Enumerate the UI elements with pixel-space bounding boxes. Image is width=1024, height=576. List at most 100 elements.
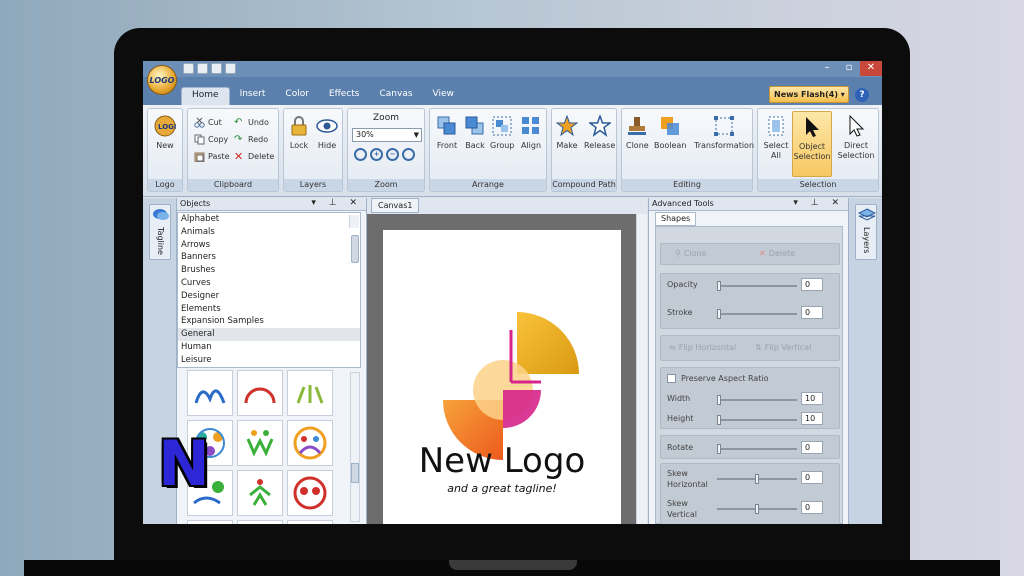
grid-scrollbar[interactable] [350,372,360,522]
slider-knob[interactable] [755,504,759,514]
list-item[interactable]: Elements [178,303,360,316]
rotate-input[interactable]: 0 [801,441,823,454]
maximize-button[interactable]: ▫ [838,61,860,76]
list-item[interactable]: Animals [178,226,360,239]
list-item[interactable]: Alphabet [178,213,360,226]
boolean-button[interactable]: Boolean [654,115,686,151]
skew-vertical-input[interactable]: 0 [801,501,823,514]
tab-shapes[interactable]: Shapes [655,212,697,226]
news-flash-button[interactable]: News Flash(4) ▾ [769,86,849,103]
align-button[interactable]: Align [520,115,542,151]
scroll-thumb[interactable] [351,463,359,483]
slider-knob[interactable] [717,444,721,454]
minimize-button[interactable]: – [816,61,838,76]
list-item[interactable]: Human [178,341,360,354]
object-thumbnail[interactable] [287,370,333,416]
skew-vertical-slider[interactable] [717,504,797,514]
tagline-side-tab[interactable]: Tagline [149,204,171,260]
tab-effects[interactable]: Effects [319,87,370,105]
scroll-thumb[interactable] [351,235,359,263]
delete-button[interactable]: ✕ Delete [234,151,274,162]
object-thumbnail[interactable] [237,420,283,466]
flip-horizontal-button[interactable]: ⇋ Flip Horizontal [669,343,736,352]
layers-side-tab[interactable]: Layers [855,204,877,260]
zoom-select[interactable]: 30% ▼ [352,128,422,142]
object-thumbnail[interactable] [237,520,283,524]
undo-button[interactable]: ↶ Undo [234,117,269,128]
stroke-slider[interactable] [717,309,797,319]
lock-button[interactable]: Lock [288,115,310,151]
new-logo-button[interactable]: LOGO New [154,115,176,151]
clone-button[interactable]: Clone [626,115,649,151]
tab-canvas[interactable]: Canvas [370,87,423,105]
height-slider[interactable] [717,415,797,425]
object-thumbnail[interactable] [287,470,333,516]
cut-button[interactable]: Cut [194,117,222,128]
release-button[interactable]: Release [584,115,615,151]
tab-view[interactable]: View [423,87,464,105]
stroke-input[interactable]: 0 [801,306,823,319]
skew-horizontal-input[interactable]: 0 [801,471,823,484]
object-thumbnail[interactable] [237,470,283,516]
zoom-actual-icon[interactable] [402,148,415,161]
list-item[interactable]: Banners [178,251,360,264]
skew-horizontal-slider[interactable] [717,474,797,484]
panel-controls[interactable]: ▾ ⊥ ✕ [311,198,362,208]
clone-shape-button[interactable]: ⚲ Clone [675,249,707,258]
canvas-page[interactable]: New Logo and a great tagline! [383,230,621,524]
zoom-fit-icon[interactable] [354,148,367,161]
zoom-in-icon[interactable]: + [370,148,383,161]
list-item[interactable]: Curves [178,277,360,290]
copy-button[interactable]: Copy [194,134,228,145]
width-slider[interactable] [717,395,797,405]
make-button[interactable]: Make [556,115,578,151]
slider-knob[interactable] [717,395,721,405]
object-thumbnail[interactable] [187,520,233,524]
list-item[interactable]: General [178,328,360,341]
object-selection-button[interactable]: Object Selection [792,111,832,177]
slider-knob[interactable] [717,309,721,319]
customize-icon[interactable] [225,63,236,74]
object-thumbnail[interactable] [237,370,283,416]
slider-knob[interactable] [755,474,759,484]
tab-home[interactable]: Home [181,87,230,105]
select-all-button[interactable]: Select All [762,115,790,161]
help-button[interactable]: ? [855,88,869,102]
application-orb-button[interactable]: LOGO [147,65,177,95]
new-file-icon[interactable] [183,63,194,74]
group-button[interactable]: Group [490,115,514,151]
preserve-aspect-checkbox[interactable] [667,374,676,383]
transformation-button[interactable]: Transformation [694,115,754,151]
print-icon[interactable] [211,63,222,74]
object-thumbnail[interactable] [187,370,233,416]
objects-category-list[interactable]: Alphabet Animals Arrows Banners Brushes … [177,212,361,368]
delete-shape-button[interactable]: ✕ Delete [759,249,795,258]
tab-insert[interactable]: Insert [230,87,276,105]
slider-knob[interactable] [717,415,721,425]
list-item[interactable]: Brushes [178,264,360,277]
opacity-slider[interactable] [717,281,797,291]
object-thumbnail[interactable] [287,520,333,524]
list-scrollbar[interactable] [349,215,359,263]
width-input[interactable]: 10 [801,392,823,405]
slider-knob[interactable] [717,281,721,291]
height-input[interactable]: 10 [801,412,823,425]
close-button[interactable]: ✕ [860,61,882,76]
back-button[interactable]: Back [464,115,486,151]
canvas-vertical-scrollbar[interactable] [636,214,647,524]
opacity-input[interactable]: 0 [801,278,823,291]
hide-button[interactable]: Hide [316,115,338,151]
object-thumbnail[interactable] [287,420,333,466]
tab-canvas1[interactable]: Canvas1 [371,198,420,213]
list-item[interactable]: Arrows [178,239,360,252]
rotate-slider[interactable] [717,444,797,454]
panel-controls[interactable]: ▾ ⊥ ✕ [793,198,844,208]
redo-button[interactable]: ↷ Redo [234,134,268,145]
save-icon[interactable] [197,63,208,74]
zoom-out-icon[interactable]: − [386,148,399,161]
flip-vertical-button[interactable]: ⇅ Flip Vertical [755,343,811,352]
front-button[interactable]: Front [436,115,458,151]
tab-color[interactable]: Color [275,87,319,105]
direct-selection-button[interactable]: Direct Selection [836,115,876,161]
list-item[interactable]: Expansion Samples [178,315,360,328]
